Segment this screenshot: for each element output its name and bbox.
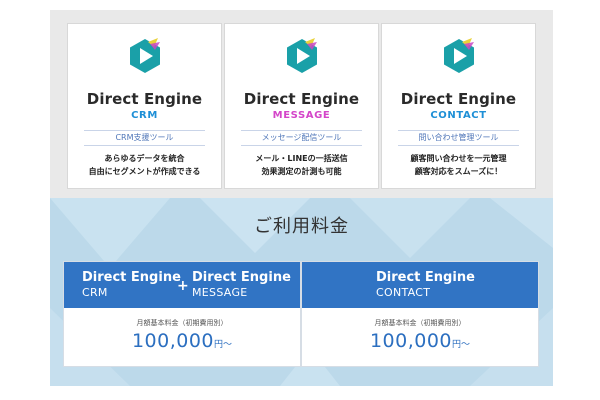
description-line-1: 顧客問い合わせを一元管理 [410, 154, 507, 163]
product-sub: CONTACT [430, 110, 487, 121]
product-brand: Direct Engine [243, 90, 360, 108]
description-line-2: 自由にセグメントが作成できる [88, 167, 201, 176]
brand-sub: MESSAGE [192, 286, 248, 299]
product-description: 顧客問い合わせを一元管理 顧客対応をスムーズに！ [382, 152, 535, 178]
product-brand: Direct Engine [86, 90, 203, 108]
price-card-header: Direct Engine CRM + Direct Engine MESSAG… [64, 262, 300, 308]
plus-sign: + [177, 278, 189, 294]
price-unit: 円〜 [214, 340, 233, 350]
price-unit: 円〜 [452, 340, 471, 350]
product-description: メール・LINEの一括送信 効果測定の計測も可能 [225, 152, 378, 178]
pricing-title: ご利用料金 [254, 216, 349, 237]
product-sub: MESSAGE [272, 110, 331, 121]
direct-engine-logo-icon [286, 38, 317, 73]
product-sub: CRM [131, 110, 158, 121]
product-section: Direct Engine CRM CRM支援ツール あらゆるデータを統合 自由… [50, 10, 553, 198]
brand-name: Direct Engine [192, 270, 291, 285]
price-card-header: Direct Engine CONTACT [302, 262, 538, 308]
fee-label: 月額基本料金（初期費用別） [374, 319, 466, 327]
product-category: メッセージ配信ツール [241, 130, 362, 146]
price-card-crm-message[interactable]: Direct Engine CRM + Direct Engine MESSAG… [64, 262, 300, 366]
brand-sub: CRM [82, 286, 108, 299]
brand-name: Direct Engine [82, 270, 181, 285]
price-card-contact[interactable]: Direct Engine CONTACT 月額基本料金（初期費用別） 100,… [302, 262, 538, 366]
fee-label: 月額基本料金（初期費用別） [136, 319, 228, 327]
product-category: 問い合わせ管理ツール [398, 130, 519, 146]
product-card-contact[interactable]: Direct Engine CONTACT 問い合わせ管理ツール 顧客問い合わせ… [382, 24, 535, 188]
price-amount: 100,000 [131, 330, 215, 352]
price-amount: 100,000 [369, 330, 453, 352]
product-card-crm[interactable]: Direct Engine CRM CRM支援ツール あらゆるデータを統合 自由… [68, 24, 221, 188]
description-line-1: あらゆるデータを統合 [104, 154, 185, 163]
description-line-1: メール・LINEの一括送信 [255, 154, 348, 163]
brand-sub: CONTACT [376, 286, 431, 299]
brand-name: Direct Engine [376, 270, 475, 285]
pricing-section: ご利用料金 Direct Engine CRM + Direct Engine … [50, 198, 553, 386]
description-line-2: 効果測定の計測も可能 [261, 167, 342, 176]
product-category: CRM支援ツール [84, 130, 205, 146]
fee-amount: 100,000円〜 [64, 330, 300, 352]
product-card-message[interactable]: Direct Engine MESSAGE メッセージ配信ツール メール・LIN… [225, 24, 378, 188]
direct-engine-logo-icon [129, 38, 160, 73]
product-description: あらゆるデータを統合 自由にセグメントが作成できる [68, 152, 221, 178]
direct-engine-logo-icon [443, 38, 474, 73]
description-line-2: 顧客対応をスムーズに！ [414, 167, 503, 176]
fee-amount: 100,000円〜 [302, 330, 538, 352]
product-brand: Direct Engine [400, 90, 517, 108]
